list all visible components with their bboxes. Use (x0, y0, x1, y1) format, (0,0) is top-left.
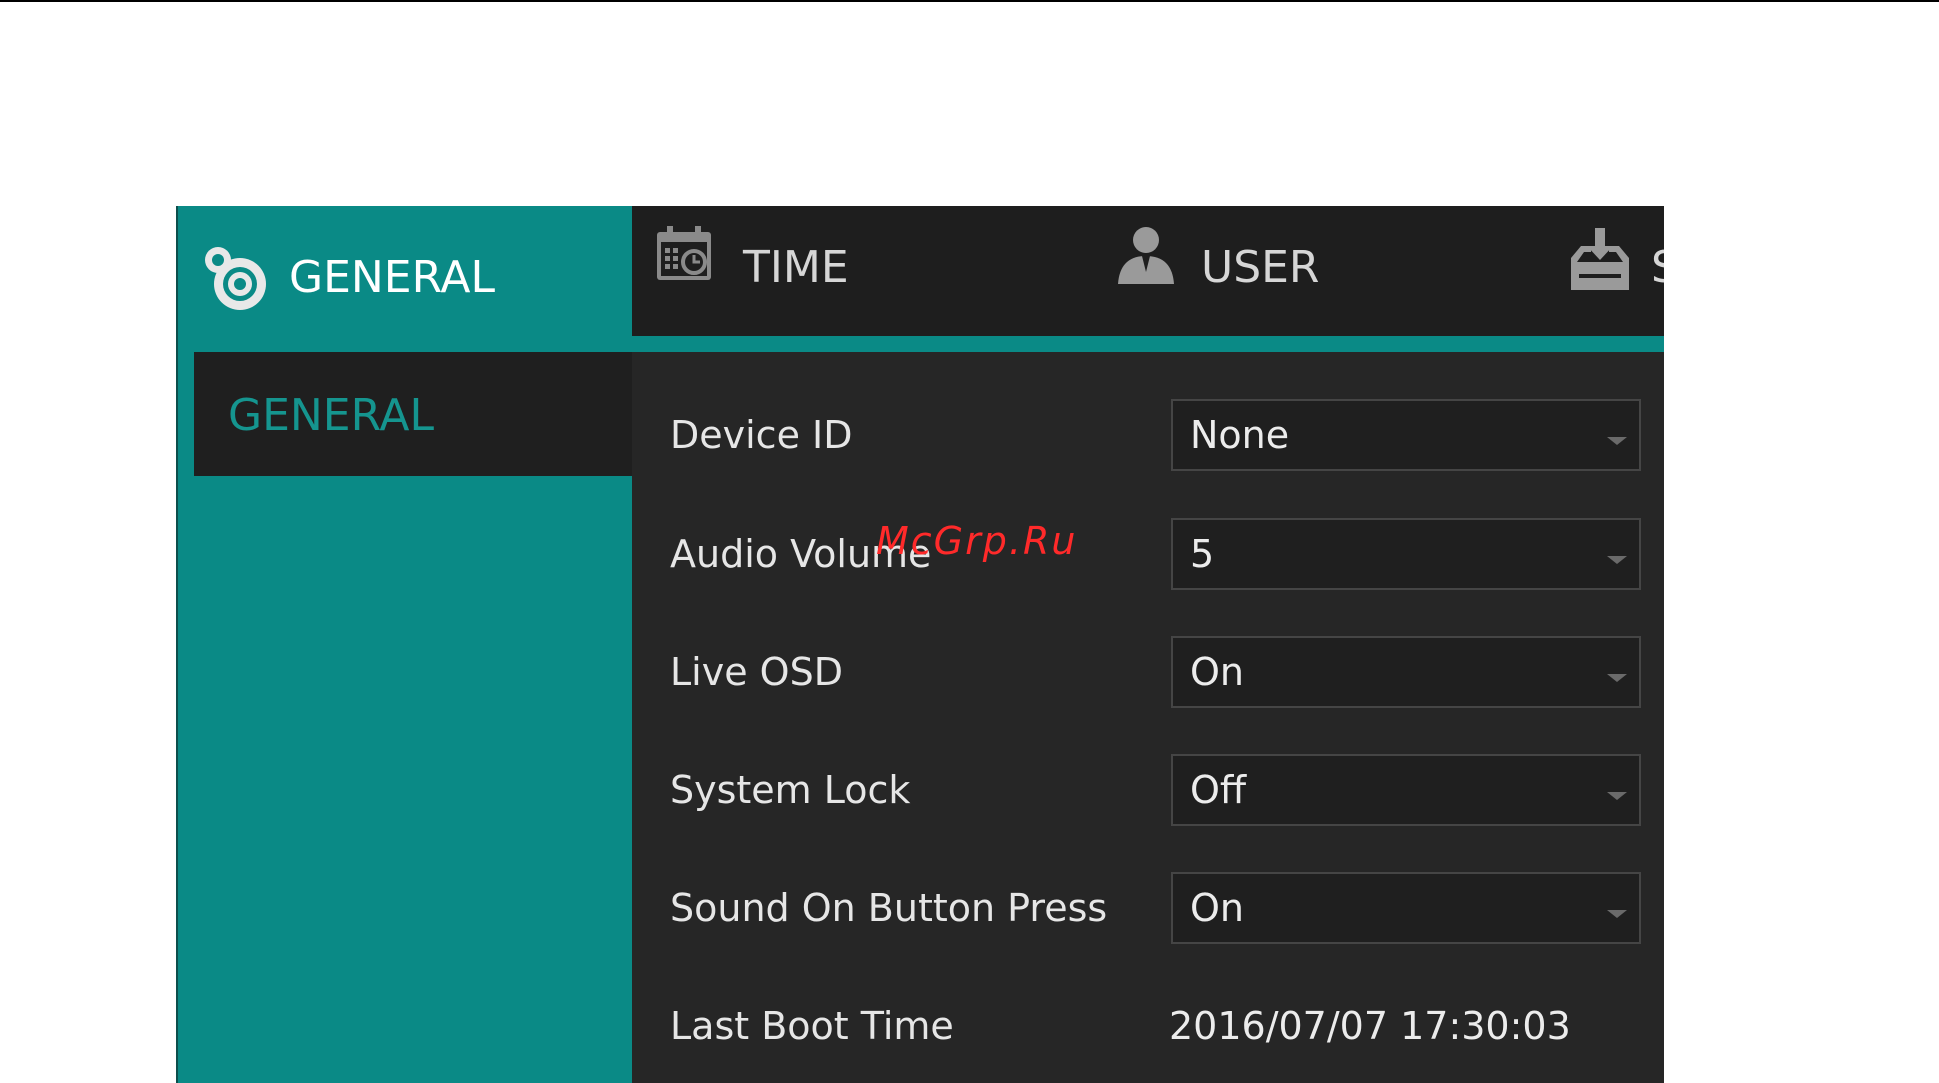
live-osd-select[interactable]: On (1171, 636, 1641, 708)
watermark: McGrp.Ru (876, 519, 1078, 563)
live-osd-value: On (1190, 650, 1244, 694)
user-icon (1118, 227, 1174, 284)
sidebar-item-general[interactable]: GENERAL (194, 352, 634, 476)
tab-user-label: USER (1201, 242, 1320, 293)
settings-window: GENERAL GENERAL TIME USER Device ID None… (176, 206, 1664, 1083)
tab-accent-bar (632, 336, 1664, 352)
chevron-down-icon (1607, 674, 1627, 682)
sidebar-title: GENERAL (289, 252, 496, 303)
setting-system-lock: System Lock Off (632, 754, 1664, 830)
top-rule (0, 0, 1939, 2)
sidebar-header: GENERAL (178, 206, 634, 352)
chevron-down-icon (1607, 792, 1627, 800)
sidebar: GENERAL GENERAL (176, 206, 634, 1083)
sound-on-button-press-select[interactable]: On (1171, 872, 1641, 944)
audio-volume-value: 5 (1190, 532, 1215, 576)
chevron-down-icon (1607, 556, 1627, 564)
system-lock-value: Off (1190, 768, 1247, 812)
chevron-down-icon (1607, 437, 1627, 445)
sound-on-button-press-value: On (1190, 886, 1244, 930)
settings-panel: Device ID None Audio Volume 5 Live OSD O… (632, 352, 1664, 1083)
live-osd-label: Live OSD (670, 650, 843, 694)
sidebar-item-label: GENERAL (228, 390, 435, 441)
last-boot-time-label: Last Boot Time (670, 1004, 954, 1048)
device-id-label: Device ID (670, 413, 853, 457)
device-id-value: None (1190, 413, 1290, 457)
tab-time-label: TIME (743, 242, 849, 293)
setting-sound-on-button-press: Sound On Button Press On (632, 872, 1664, 948)
storage-icon (1571, 228, 1629, 290)
sound-on-button-press-label: Sound On Button Press (670, 886, 1108, 930)
system-lock-label: System Lock (670, 768, 911, 812)
system-lock-select[interactable]: Off (1171, 754, 1641, 826)
setting-device-id: Device ID None (632, 399, 1664, 475)
last-boot-time-value: 2016/07/07 17:30:03 (1169, 1004, 1571, 1048)
gear-icon (205, 247, 266, 310)
audio-volume-select[interactable]: 5 (1171, 518, 1641, 590)
tab-storage-label: S (1651, 242, 1664, 294)
device-id-select[interactable]: None (1171, 399, 1641, 471)
tab-bar: TIME USER S (632, 206, 1664, 352)
setting-last-boot-time: Last Boot Time 2016/07/07 17:30:03 (632, 990, 1664, 1066)
chevron-down-icon (1607, 910, 1627, 918)
calendar-clock-icon (657, 226, 711, 280)
setting-live-osd: Live OSD On (632, 636, 1664, 712)
setting-audio-volume: Audio Volume 5 (632, 518, 1664, 594)
